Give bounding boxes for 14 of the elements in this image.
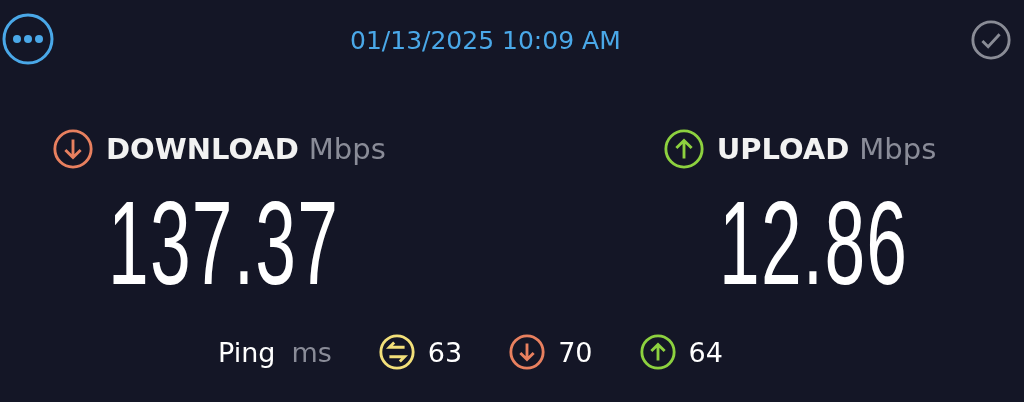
ping-value: 70 [558,336,593,368]
ping-unit: ms [291,336,332,368]
check-icon[interactable] [970,19,1012,61]
metric-value: 12.86 [718,184,908,302]
metric-unit: Mbps [859,132,937,166]
ping-value: 63 [427,336,463,368]
ping-label: Ping [218,336,276,368]
metric-label: DOWNLOAD [106,132,299,166]
more-icon[interactable] [2,13,54,65]
metric-label: UPLOAD [716,132,850,166]
ping-value: 64 [688,336,723,368]
test-timestamp: 01/13/2025 10:09 AM [350,25,621,55]
metric-unit: Mbps [308,132,386,166]
metric-value: 137.37 [108,184,341,302]
